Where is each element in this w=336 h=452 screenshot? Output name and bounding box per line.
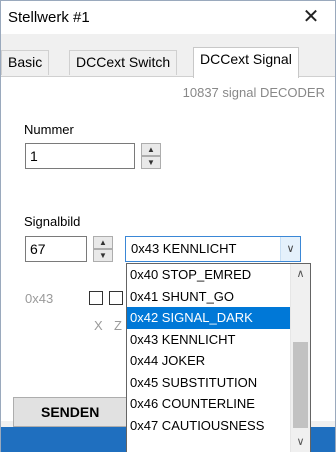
decoder-info: 10837 signal DECODER [182, 85, 325, 100]
signalbild-select[interactable]: 0x43 KENNLICHT ∨ [125, 236, 301, 262]
signalbild-input[interactable]: 67 [25, 236, 87, 262]
triangle-down-icon[interactable]: ▼ [93, 249, 113, 262]
bit-label-x: X [94, 318, 103, 333]
signalbild-stepper: ▲ ▼ [93, 236, 113, 262]
dropdown-scrollbar[interactable]: ∧ ∨ [290, 264, 310, 452]
list-item[interactable]: 0x46 COUNTERLINE [127, 393, 291, 415]
signalbild-label: Signalbild [24, 214, 81, 229]
scrollbar-thumb[interactable] [293, 342, 308, 428]
close-icon[interactable]: ✕ [291, 2, 331, 32]
list-item-selected[interactable]: 0x42 SIGNAL_DARK [127, 307, 291, 329]
list-item[interactable]: 0x40 STOP_EMRED [127, 264, 291, 286]
tab-basic[interactable]: Basic [1, 50, 50, 75]
chevron-down-icon[interactable]: ∨ [291, 432, 310, 452]
chevron-up-icon[interactable]: ∧ [291, 264, 310, 284]
triangle-down-icon[interactable]: ▼ [141, 156, 161, 169]
bit-label-z: Z [114, 318, 122, 333]
signalbild-dropdown-list: 0x40 STOP_EMRED 0x41 SHUNT_GO 0x42 SIGNA… [126, 263, 311, 452]
tab-dccext-switch[interactable]: DCCext Switch [69, 50, 178, 75]
tab-dccext-signal[interactable]: DCCext Signal [193, 47, 299, 78]
nummer-stepper: ▲ ▼ [141, 143, 161, 169]
triangle-up-icon[interactable]: ▲ [141, 143, 161, 156]
list-item[interactable]: 0x45 SUBSTITUTION [127, 372, 291, 394]
nummer-label: Nummer [24, 122, 74, 137]
title-bar: Stellwerk #1 ✕ [1, 1, 335, 34]
list-item[interactable]: 0x44 JOKER [127, 350, 291, 372]
app-window: Stellwerk #1 ✕ Basic DCCext Switch DCCex… [0, 0, 336, 452]
window-title: Stellwerk #1 [8, 9, 90, 26]
nummer-input[interactable]: 1 [25, 143, 135, 169]
bits-hex: 0x43 [25, 291, 54, 306]
tab-bar: Basic DCCext Switch DCCext Signal [1, 47, 335, 78]
list-item[interactable]: 0x43 KENNLICHT [127, 329, 291, 351]
bit-checkbox-x[interactable] [89, 291, 103, 305]
list-item[interactable]: 0x41 SHUNT_GO [127, 286, 291, 308]
chevron-down-icon[interactable]: ∨ [280, 237, 300, 261]
triangle-up-icon[interactable]: ▲ [93, 236, 113, 249]
list-item[interactable]: 0x47 CAUTIOUSNESS [127, 415, 291, 437]
send-button[interactable]: SENDEN [13, 397, 133, 427]
bit-checkbox-z[interactable] [109, 291, 123, 305]
dropdown-items: 0x40 STOP_EMRED 0x41 SHUNT_GO 0x42 SIGNA… [127, 264, 291, 436]
signalbild-selected: 0x43 KENNLICHT [131, 241, 237, 256]
